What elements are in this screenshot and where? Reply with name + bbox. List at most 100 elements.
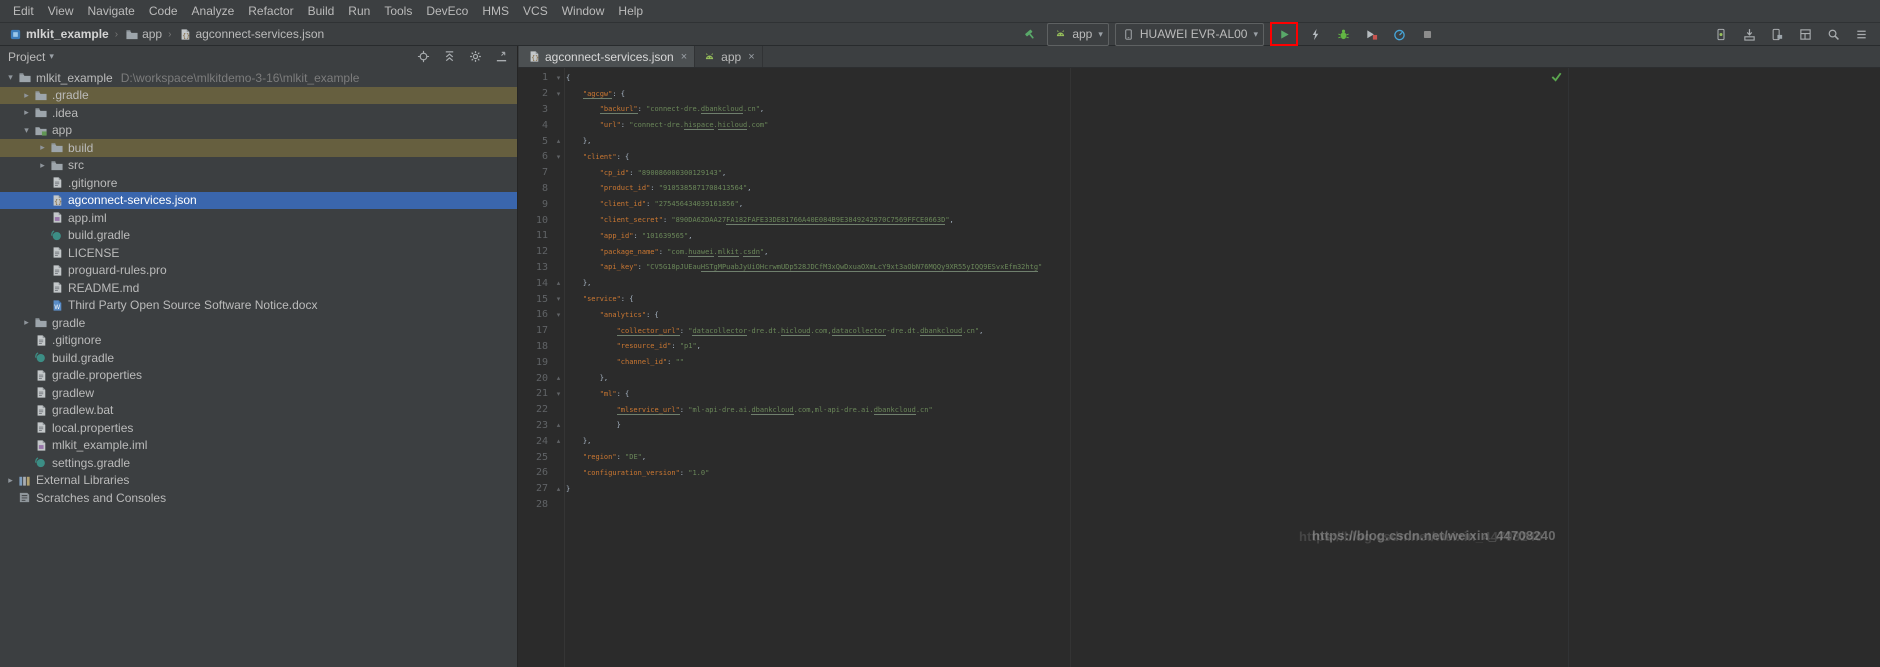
json-key-typo: "backurl" <box>599 105 638 115</box>
tree-item-build[interactable]: ▸ build <box>0 139 517 157</box>
tree-item-gradlew-bat[interactable]: gradlew.bat <box>0 402 517 420</box>
close-tab-icon[interactable]: × <box>681 51 687 63</box>
avd-manager-button[interactable] <box>1710 24 1732 44</box>
breadcrumb-app[interactable]: app <box>122 27 164 41</box>
json-punctuation: : <box>629 168 638 177</box>
tree-item-gradlew[interactable]: gradlew <box>0 384 517 402</box>
menu-refactor[interactable]: Refactor <box>241 0 300 22</box>
json-punctuation <box>566 121 600 129</box>
layout-inspector-button[interactable] <box>1794 24 1816 44</box>
run-with-coverage-icon <box>1364 27 1379 41</box>
menu-help[interactable]: Help <box>611 0 650 22</box>
tree-item-label: External Libraries <box>36 473 130 488</box>
expand-arrow-icon[interactable]: ▸ <box>20 90 33 101</box>
collapse-arrow-icon[interactable]: ▾ <box>4 72 17 83</box>
menu-hms[interactable]: HMS <box>475 0 516 22</box>
sdk-manager-button[interactable] <box>1738 24 1760 44</box>
tab-app[interactable]: app × <box>695 46 763 67</box>
android-icon <box>702 50 717 64</box>
menu-code[interactable]: Code <box>142 0 185 22</box>
stop-button[interactable] <box>1416 24 1438 44</box>
tree-item-settings-gradle[interactable]: settings.gradle <box>0 454 517 472</box>
code-line-17: 17 "collector_url": "datacollector-dre.d… <box>518 323 1880 339</box>
tree-item-build-gradle[interactable]: build.gradle <box>0 227 517 245</box>
tree-item-build-gradle[interactable]: build.gradle <box>0 349 517 367</box>
json-string: "890DA62DAA27 <box>671 216 727 225</box>
run-with-coverage-button[interactable] <box>1360 24 1382 44</box>
line-number: 24 <box>535 435 548 447</box>
tab-agconnect-services-json[interactable]: {} agconnect-services.json × <box>519 46 696 67</box>
expand-arrow-icon[interactable]: ▸ <box>4 475 17 486</box>
tree-item-app[interactable]: ▾ app <box>0 122 517 140</box>
settings-button[interactable] <box>467 47 483 67</box>
json-string: .cn" <box>915 405 933 414</box>
code-editor[interactable]: 1 ▾{2 ▾ "agcgw": {3 "backurl": "connect-dr… <box>518 68 1880 667</box>
tree-item-gradle[interactable]: ▸ .gradle <box>0 86 517 104</box>
profile-icon <box>1392 27 1407 41</box>
run-annotation-box <box>1270 22 1298 46</box>
expand-arrow-icon[interactable]: ▸ <box>36 142 49 153</box>
tree-item-mlkit-example-iml[interactable]: mlkit_example.iml <box>0 437 517 455</box>
breadcrumb-label: app <box>142 27 163 41</box>
menu-vcs[interactable]: VCS <box>516 0 555 22</box>
breadcrumb-mlkit-example[interactable]: mlkit_example <box>6 27 111 41</box>
folder-icon <box>17 71 32 85</box>
tree-item-gradle[interactable]: ▸ gradle <box>0 314 517 332</box>
profile-button[interactable] <box>1388 24 1410 44</box>
device-file-explorer-button[interactable] <box>1766 24 1788 44</box>
project-panel-title[interactable]: Project <box>8 50 45 64</box>
device-selector[interactable]: HUAWEI EVR-AL00 ▾ <box>1114 22 1264 46</box>
hide-button[interactable] <box>493 47 509 67</box>
tree-item-gitignore[interactable]: .gitignore <box>0 332 517 350</box>
tree-item-license[interactable]: LICENSE <box>0 244 517 262</box>
tree-item-mlkit-example[interactable]: ▾ mlkit_example D:\workspace\mlkitdemo-3-1… <box>0 69 517 87</box>
menu-navigate[interactable]: Navigate <box>80 0 141 22</box>
docx-icon: W <box>49 298 64 312</box>
iml-icon <box>33 438 48 452</box>
json-string-typo: csdn <box>743 247 760 257</box>
menu-window[interactable]: Window <box>555 0 612 22</box>
run-config-selector[interactable]: app ▾ <box>1047 22 1109 46</box>
make-project-button[interactable] <box>1019 24 1041 44</box>
collapse-arrow-icon[interactable]: ▾ <box>20 125 33 136</box>
expand-arrow-icon[interactable]: ▸ <box>36 160 49 171</box>
menu-run[interactable]: Run <box>341 0 377 22</box>
chevron-down-icon[interactable]: ▾ <box>49 51 54 62</box>
tree-item-agconnect-services-json[interactable]: {} agconnect-services.json <box>0 191 517 209</box>
run-button[interactable] <box>1273 24 1295 44</box>
json-punctuation: , <box>764 247 769 256</box>
expand-arrow-icon[interactable]: ▸ <box>20 317 33 328</box>
menu-analyze[interactable]: Analyze <box>185 0 242 22</box>
tree-item-scratches-and-consoles[interactable]: Scratches and Consoles <box>0 489 517 507</box>
toolbar-menu-button[interactable] <box>1850 24 1872 44</box>
tree-item-proguard-rules-pro[interactable]: proguard-rules.pro <box>0 262 517 280</box>
menu-build[interactable]: Build <box>301 0 342 22</box>
menu-deveco[interactable]: DevEco <box>419 0 475 22</box>
search-everywhere-button[interactable] <box>1822 24 1844 44</box>
apply-changes-button[interactable] <box>1304 24 1326 44</box>
tree-item-src[interactable]: ▸ src <box>0 157 517 175</box>
breadcrumb-agconnect-services-json[interactable]: {} agconnect-services.json <box>175 27 326 41</box>
tree-item-label: .idea <box>52 105 79 120</box>
line-number: 16 <box>535 309 548 321</box>
close-tab-icon[interactable]: × <box>748 51 754 63</box>
menu-view[interactable]: View <box>41 0 81 22</box>
tree-item-local-properties[interactable]: local.properties <box>0 419 517 437</box>
debug-button[interactable] <box>1332 24 1354 44</box>
tree-item-readme-md[interactable]: README.md <box>0 279 517 297</box>
tree-item-idea[interactable]: ▸ .idea <box>0 104 517 122</box>
collapse-all-icon <box>442 50 457 64</box>
menu-tools[interactable]: Tools <box>377 0 419 22</box>
tree-item-gradle-properties[interactable]: gradle.properties <box>0 367 517 385</box>
locate-button[interactable] <box>415 47 431 67</box>
tree-item-external-libraries[interactable]: ▸ External Libraries <box>0 472 517 490</box>
collapse-all-button[interactable] <box>441 47 457 67</box>
inspections-ok-icon[interactable] <box>1550 70 1564 84</box>
tree-item-gitignore[interactable]: .gitignore <box>0 174 517 192</box>
json-string: "com. <box>667 247 689 256</box>
json-string-typo: dbankcloud <box>920 326 963 336</box>
menu-edit[interactable]: Edit <box>6 0 41 22</box>
tree-item-app-iml[interactable]: app.iml <box>0 209 517 227</box>
expand-arrow-icon[interactable]: ▸ <box>20 107 33 118</box>
tree-item-third-party-open-source-software-notice-docx[interactable]: W Third Party Open Source Software Notice… <box>0 297 517 315</box>
